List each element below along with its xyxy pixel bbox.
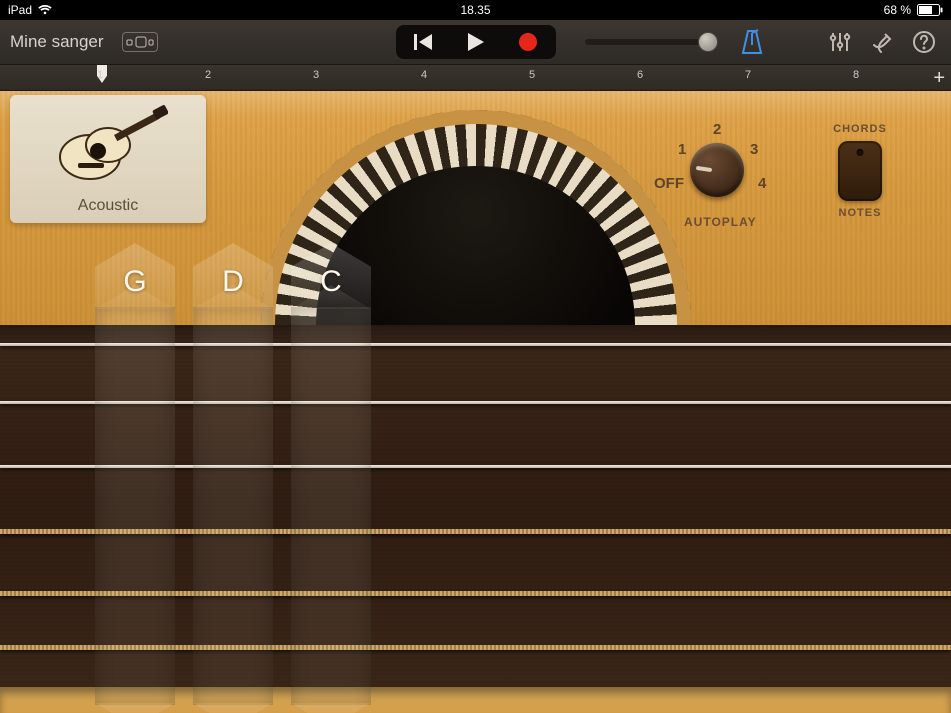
master-volume-slider[interactable] <box>585 39 710 45</box>
autoplay-2-label: 2 <box>713 121 721 138</box>
timeline-ruler[interactable]: 1 2 3 4 5 6 7 8 + <box>0 65 951 91</box>
record-button[interactable] <box>502 27 554 57</box>
ruler-mark: 1 <box>97 69 103 81</box>
autoplay-4-label: 4 <box>758 175 766 192</box>
device-label: iPad <box>8 3 32 17</box>
instrument-name: Acoustic <box>78 197 138 215</box>
chord-strip-d[interactable] <box>193 307 273 705</box>
settings-icon[interactable] <box>871 31 893 53</box>
ruler-mark: 3 <box>313 69 319 81</box>
mode-notes-label: NOTES <box>820 207 900 219</box>
songs-button[interactable]: Mine sanger <box>10 32 104 52</box>
ruler-mark: 7 <box>745 69 751 81</box>
instrument-selector[interactable]: Acoustic <box>10 95 206 223</box>
clock: 18.35 <box>460 3 490 17</box>
battery-icon <box>917 4 943 16</box>
add-section-button[interactable]: + <box>933 67 945 90</box>
view-toggle[interactable] <box>122 32 158 52</box>
autoplay-control: OFF 1 2 3 4 AUTOPLAY <box>650 121 780 221</box>
autoplay-1-label: 1 <box>678 141 686 158</box>
autoplay-3-label: 3 <box>750 141 758 158</box>
rewind-button[interactable] <box>398 27 450 57</box>
autoplay-title: AUTOPLAY <box>684 215 757 229</box>
mode-switch-group: CHORDS NOTES <box>820 123 900 219</box>
battery-percent: 68 % <box>884 3 911 17</box>
metronome-icon[interactable] <box>740 29 764 55</box>
ruler-mark: 6 <box>637 69 643 81</box>
chord-strip-c[interactable] <box>291 307 371 705</box>
wifi-icon <box>38 5 52 15</box>
ruler-mark: 5 <box>529 69 535 81</box>
chord-strip-g[interactable] <box>95 307 175 705</box>
fretboard[interactable] <box>0 325 951 687</box>
transport-controls <box>396 25 556 59</box>
guitar-icon <box>48 105 168 185</box>
ruler-mark: 8 <box>853 69 859 81</box>
toolbar: Mine sanger <box>0 20 951 65</box>
status-bar: iPad 18.35 68 % <box>0 0 951 20</box>
volume-thumb[interactable] <box>698 32 718 52</box>
ruler-mark: 4 <box>421 69 427 81</box>
chords-notes-switch[interactable] <box>838 141 882 201</box>
mixer-icon[interactable] <box>829 32 851 52</box>
mode-chords-label: CHORDS <box>820 123 900 135</box>
help-icon[interactable] <box>913 31 935 53</box>
autoplay-off-label: OFF <box>654 175 684 192</box>
ruler-mark: 2 <box>205 69 211 81</box>
play-button[interactable] <box>450 27 502 57</box>
autoplay-knob[interactable] <box>690 143 744 197</box>
